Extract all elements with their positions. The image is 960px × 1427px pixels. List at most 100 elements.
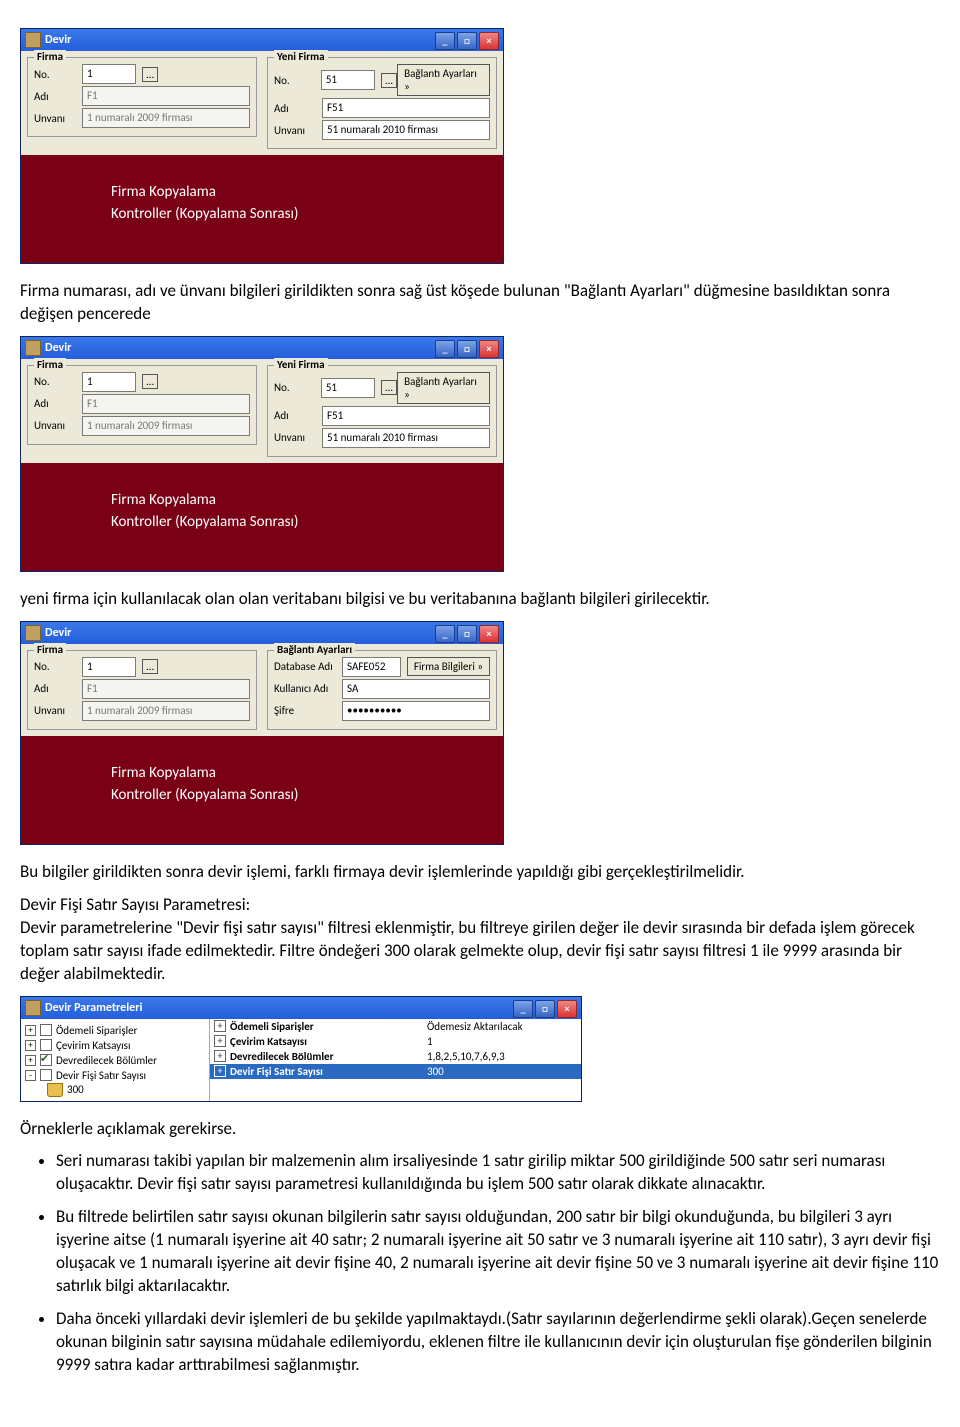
- no-input[interactable]: 1: [82, 372, 136, 392]
- close-button[interactable]: ×: [479, 32, 499, 50]
- yno-label: No.: [274, 74, 321, 87]
- param-row-odemeli[interactable]: +Ödemeli SiparişlerÖdemesiz Aktarılacak: [210, 1019, 581, 1034]
- baglanti-ayarlari-button[interactable]: Bağlantı Ayarları »: [397, 372, 490, 404]
- adi-input: F1: [82, 679, 250, 699]
- minimize-button[interactable]: _: [513, 1000, 533, 1018]
- tree-item-odemeli[interactable]: + Ödemeli Siparişler: [25, 1023, 205, 1038]
- tree-label: 300: [67, 1083, 84, 1096]
- no-picker-button[interactable]: ...: [142, 67, 158, 82]
- title-text: Devir Parametreleri: [45, 1001, 142, 1015]
- checkbox-icon[interactable]: [40, 1024, 52, 1036]
- expand-icon[interactable]: +: [214, 1020, 226, 1032]
- maroon-panel-1: Firma Kopyalama Kontroller (Kopyalama So…: [21, 155, 503, 263]
- firma-legend: Firma: [34, 50, 66, 63]
- close-button[interactable]: ×: [557, 1000, 577, 1018]
- db-input[interactable]: SAFE052: [342, 657, 401, 677]
- maximize-button[interactable]: □: [457, 340, 477, 358]
- maximize-button[interactable]: □: [457, 625, 477, 643]
- yno-picker-button[interactable]: ...: [381, 380, 397, 395]
- titlebar-3[interactable]: Devir _ □ ×: [21, 622, 503, 644]
- tree-item-satir-sayisi[interactable]: - Devir Fişi Satır Sayısı: [25, 1068, 205, 1083]
- checkbox-icon[interactable]: [40, 1069, 52, 1081]
- param-row-satir-sayisi[interactable]: +Devir Fişi Satır Sayısı300: [210, 1064, 581, 1079]
- close-button[interactable]: ×: [479, 625, 499, 643]
- no-picker-button[interactable]: ...: [142, 374, 158, 389]
- param-row-cevirim[interactable]: +Çevirim Katsayısı1: [210, 1034, 581, 1049]
- titlebar-2[interactable]: Devir _ □ ×: [21, 337, 503, 359]
- titlebar-1[interactable]: Devir _ □ ×: [21, 29, 503, 51]
- tree-item-cevirim[interactable]: +Çevirim Katsayısı: [25, 1038, 205, 1053]
- kul-input[interactable]: SA: [342, 679, 490, 699]
- tree-label: Devir Fişi Satır Sayısı: [56, 1069, 146, 1082]
- expand-icon[interactable]: +: [25, 1055, 36, 1066]
- param-value: 1,8,2,5,10,7,6,9,3: [427, 1050, 577, 1063]
- adi-input: F1: [82, 86, 250, 106]
- sifre-input[interactable]: ••••••••••: [342, 701, 490, 721]
- yno-input[interactable]: 51: [321, 378, 375, 398]
- adi-label: Adı: [34, 397, 82, 410]
- yunvani-input[interactable]: 51 numaralı 2010 firması: [322, 428, 490, 448]
- yunvani-input[interactable]: 51 numaralı 2010 firması: [322, 120, 490, 140]
- tree-label: Ödemeli Siparişler: [56, 1024, 137, 1037]
- devir-window-1: Devir _ □ × Firma No.1... AdıF1 Unvanı1 …: [20, 28, 504, 264]
- no-input[interactable]: 1: [82, 64, 136, 84]
- firma-fieldset: Firma No.1... AdıF1 Unvanı1 numaralı 200…: [27, 365, 257, 445]
- firma-fieldset: Firma No.1... AdıF1 Unvanı1 numaralı 200…: [27, 57, 257, 137]
- expand-icon[interactable]: +: [25, 1025, 36, 1036]
- paragraph-1: Firma numarası, adı ve ünvanı bilgileri …: [20, 280, 940, 326]
- unvani-label: Unvanı: [34, 704, 82, 717]
- param-value: 1: [427, 1035, 577, 1048]
- key-icon: [47, 1083, 63, 1097]
- expand-icon[interactable]: +: [214, 1050, 226, 1062]
- unvani-label: Unvanı: [34, 419, 82, 432]
- maximize-button[interactable]: □: [457, 32, 477, 50]
- no-picker-button[interactable]: ...: [142, 659, 158, 674]
- ornekler-heading: Örneklerle açıklamak gerekirse.: [20, 1118, 940, 1141]
- adi-input: F1: [82, 394, 250, 414]
- no-label: No.: [34, 375, 82, 388]
- param-value: 300: [427, 1065, 577, 1078]
- param-label: Ödemeli Siparişler: [230, 1020, 427, 1033]
- tree-value-300[interactable]: 300: [25, 1083, 205, 1097]
- list-item-1: Seri numarası takibi yapılan bir malzeme…: [56, 1150, 940, 1196]
- close-button[interactable]: ×: [479, 340, 499, 358]
- yadi-input[interactable]: F51: [322, 98, 490, 118]
- title-text: Devir: [45, 341, 71, 355]
- firma-bilgileri-button[interactable]: Firma Bilgileri »: [407, 657, 490, 676]
- yno-input[interactable]: 51: [321, 70, 375, 90]
- yadi-input[interactable]: F51: [322, 406, 490, 426]
- minimize-button[interactable]: _: [435, 340, 455, 358]
- expand-icon[interactable]: +: [214, 1065, 226, 1077]
- yadi-label: Adı: [274, 102, 322, 115]
- firma-legend: Firma: [34, 358, 66, 371]
- list-item-3: Daha önceki yıllardaki devir işlemleri d…: [56, 1308, 940, 1377]
- checkbox-icon[interactable]: [40, 1039, 52, 1051]
- param-row-bolumler[interactable]: + Devredilecek Bölümler1,8,2,5,10,7,6,9,3: [210, 1049, 581, 1064]
- paragraph-2: yeni firma için kullanılacak olan olan v…: [20, 588, 940, 611]
- app-icon: [25, 340, 41, 356]
- yeni-firma-legend: Yeni Firma: [274, 50, 328, 63]
- baglanti-ayarlari-button[interactable]: Bağlantı Ayarları »: [397, 64, 490, 96]
- param-label: Devredilecek Bölümler: [230, 1050, 427, 1063]
- firma-legend: Firma: [34, 643, 66, 656]
- baglanti-legend: Bağlantı Ayarları: [274, 643, 355, 656]
- title-text: Devir: [45, 33, 71, 47]
- ornekler-list: Seri numarası takibi yapılan bir malzeme…: [20, 1150, 940, 1376]
- tree-item-devredilecek[interactable]: +Devredilecek Bölümler: [25, 1053, 205, 1068]
- expand-icon[interactable]: +: [25, 1040, 36, 1051]
- expand-icon[interactable]: +: [214, 1035, 226, 1047]
- minimize-button[interactable]: _: [435, 32, 455, 50]
- maroon-line-1: Firma Kopyalama: [111, 764, 493, 782]
- yno-picker-button[interactable]: ...: [381, 73, 397, 88]
- no-input[interactable]: 1: [82, 657, 136, 677]
- yeni-firma-fieldset: Yeni Firma No.51...Bağlantı Ayarları » A…: [267, 365, 497, 457]
- list-item-2: Bu filtrede belirtilen satır sayısı okun…: [56, 1206, 940, 1298]
- maximize-button[interactable]: □: [535, 1000, 555, 1018]
- collapse-icon[interactable]: -: [25, 1070, 36, 1081]
- checkbox-icon[interactable]: [40, 1054, 52, 1066]
- yunvani-label: Unvanı: [274, 431, 322, 444]
- param-list: +Ödemeli SiparişlerÖdemesiz Aktarılacak …: [210, 1019, 581, 1101]
- minimize-button[interactable]: _: [435, 625, 455, 643]
- titlebar-params[interactable]: Devir Parametreleri _ □ ×: [21, 997, 581, 1019]
- kul-label: Kullanıcı Adı: [274, 682, 342, 695]
